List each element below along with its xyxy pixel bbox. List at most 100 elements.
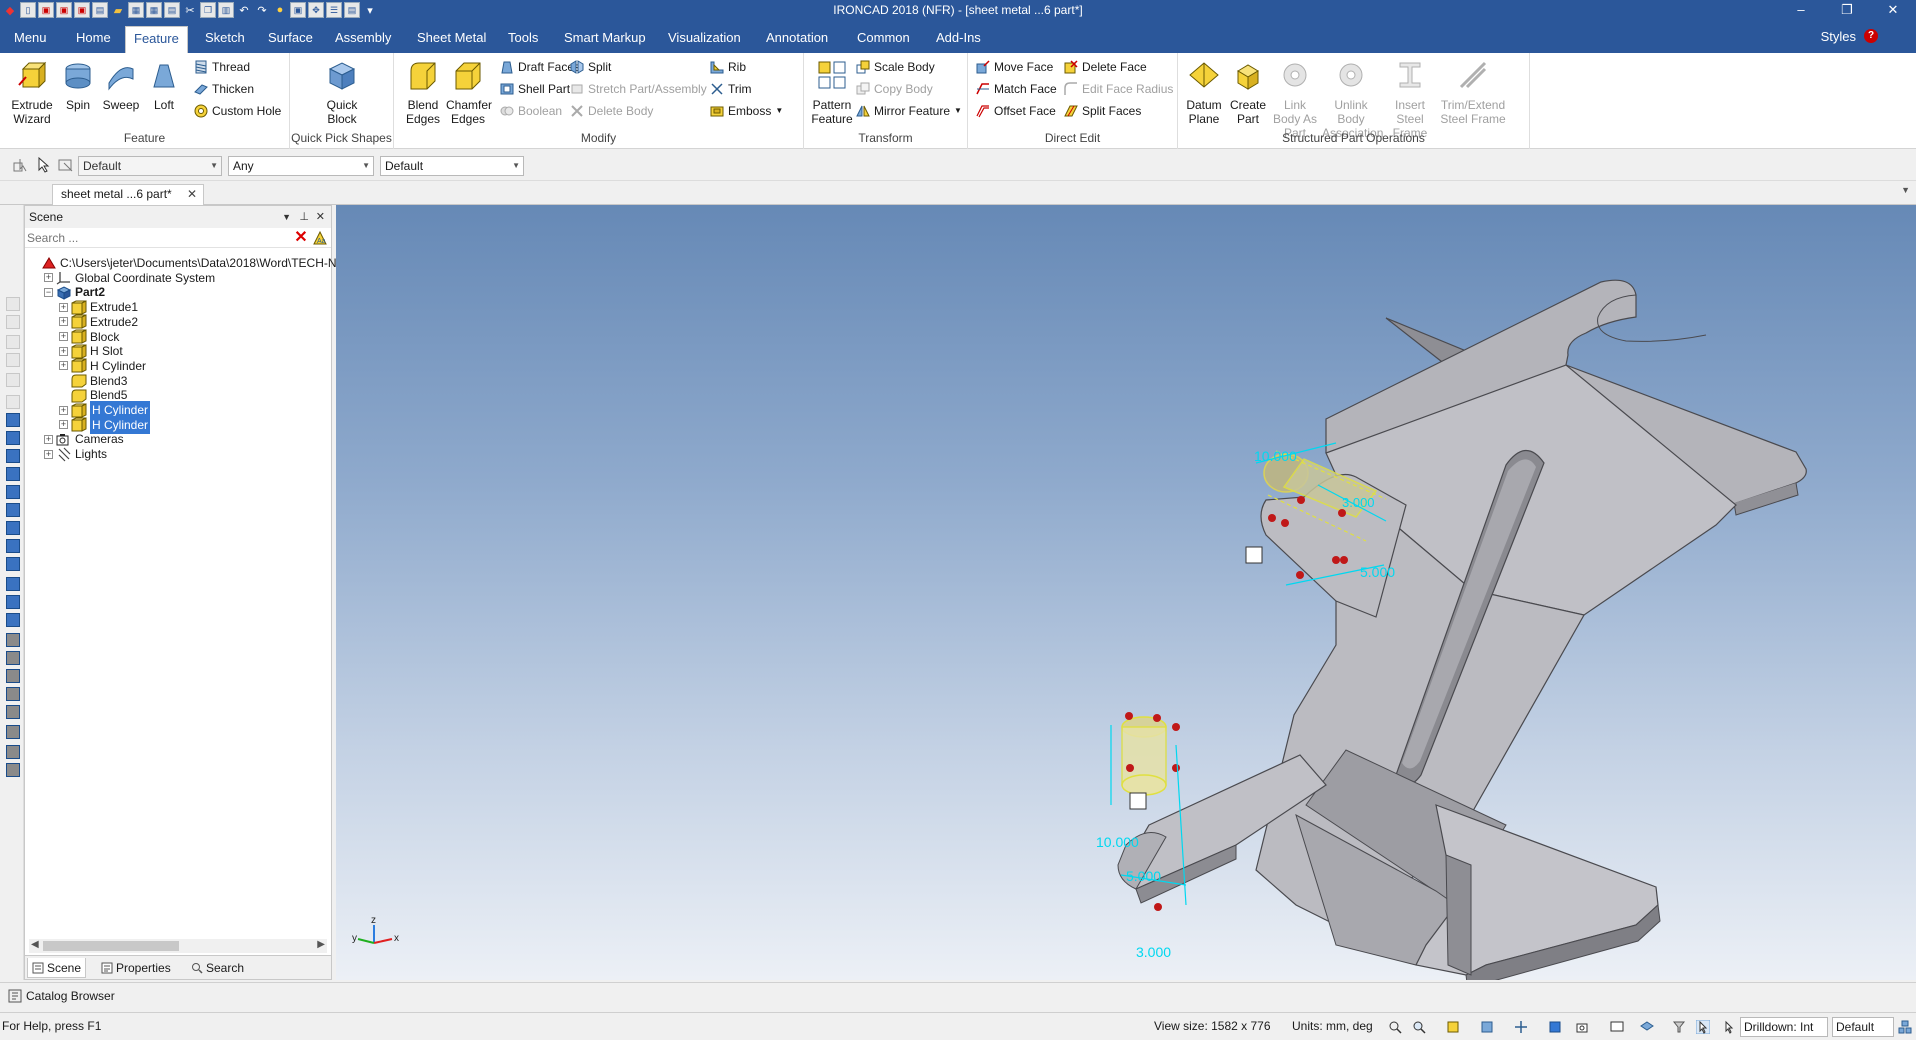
anchor-handle[interactable] — [1245, 546, 1263, 564]
anchor-handle[interactable] — [1129, 792, 1147, 810]
tool-strip-icon[interactable] — [6, 595, 20, 609]
zoom-icon[interactable] — [1388, 1020, 1402, 1034]
tool-strip-icon[interactable] — [6, 577, 20, 591]
clear-search-icon[interactable]: ✕ — [293, 230, 309, 246]
tool-strip-icon[interactable] — [6, 669, 20, 683]
tab-annotation[interactable]: Annotation — [758, 26, 836, 53]
select-tool-icon[interactable] — [12, 157, 30, 173]
shell-part-button[interactable]: Shell Part — [500, 79, 570, 99]
expand-icon[interactable]: + — [59, 405, 68, 415]
expand-icon[interactable]: + — [59, 361, 68, 371]
tab-scene[interactable]: Scene — [27, 958, 87, 978]
shaded-icon[interactable] — [1548, 1020, 1562, 1034]
tool-strip-icon[interactable] — [6, 557, 20, 571]
move-face-button[interactable]: Move Face — [976, 57, 1053, 77]
tool-strip-icon[interactable] — [6, 521, 20, 535]
restore-button[interactable]: ❐ — [1824, 0, 1870, 20]
tab-properties[interactable]: Properties — [97, 958, 175, 978]
insert-steel-frame-button[interactable]: Insert Steel Frame — [1382, 59, 1438, 140]
scroll-left-icon[interactable]: ◀ — [31, 939, 39, 950]
offset-face-button[interactable]: Offset Face — [976, 101, 1056, 121]
tab-smart-markup[interactable]: Smart Markup — [556, 26, 654, 53]
pointer-icon[interactable] — [1722, 1020, 1736, 1034]
expand-icon[interactable]: + — [59, 317, 68, 327]
match-face-button[interactable]: Match Face — [976, 79, 1057, 99]
tab-assembly[interactable]: Assembly — [327, 26, 399, 53]
tree-node[interactable]: + Lights — [44, 445, 107, 463]
tab-search[interactable]: Search — [187, 958, 248, 978]
tab-sheet-metal[interactable]: Sheet Metal — [409, 26, 494, 53]
scene-search-input[interactable] — [27, 229, 289, 246]
split-faces-button[interactable]: Split Faces — [1064, 101, 1141, 121]
collapse-icon[interactable]: − — [44, 287, 53, 297]
scroll-right-icon[interactable]: ▶ — [317, 939, 325, 950]
expand-icon[interactable]: + — [59, 332, 68, 341]
expand-icon[interactable]: + — [44, 273, 53, 283]
search-options-icon[interactable]: Aa — [312, 230, 328, 246]
display-icon[interactable] — [1610, 1020, 1624, 1034]
quick-block-button[interactable]: Quick Block — [316, 59, 368, 126]
dim-top-small[interactable]: 3.000 — [1342, 495, 1375, 510]
copy-body-button[interactable]: Copy Body — [856, 79, 933, 99]
camera-icon[interactable] — [1576, 1020, 1590, 1034]
tool-strip-icon[interactable] — [6, 633, 20, 647]
tool-strip-icon[interactable] — [6, 687, 20, 701]
tab-common[interactable]: Common — [849, 26, 918, 53]
tool-strip-icon[interactable] — [6, 705, 20, 719]
dim-bottom-small[interactable]: 5.000 — [1126, 868, 1161, 884]
spin-button[interactable]: Spin — [60, 59, 96, 112]
tool-strip-icon[interactable] — [6, 467, 20, 481]
split-button[interactable]: Split — [570, 57, 611, 77]
dim-top-height[interactable]: 5.000 — [1360, 564, 1395, 580]
expand-icon[interactable]: + — [59, 346, 68, 356]
help-icon[interactable]: ? — [1864, 29, 1878, 43]
trim-extend-steel-frame-button[interactable]: Trim/Extend Steel Frame — [1440, 59, 1506, 126]
chevron-down-icon[interactable]: ▼ — [1901, 185, 1910, 195]
thicken-button[interactable]: Thicken — [194, 79, 254, 99]
zoom-extents-icon[interactable] — [1412, 1020, 1426, 1034]
document-tab[interactable]: sheet metal ...6 part* ✕ — [52, 184, 204, 205]
model-canvas[interactable]: 10.000 3.000 5.000 10.000 5.000 3.000 z … — [336, 205, 1916, 980]
catalog-browser-bar[interactable]: Catalog Browser — [0, 982, 1916, 1008]
chevron-down-icon[interactable]: ▼ — [282, 206, 291, 228]
mirror-feature-button[interactable]: Mirror Feature ▼ — [856, 101, 962, 121]
tab-home[interactable]: Home — [68, 26, 119, 53]
render-mode-icon[interactable] — [1446, 1020, 1460, 1034]
expand-icon[interactable]: + — [59, 302, 68, 312]
tool-strip-icon[interactable] — [6, 539, 20, 553]
close-icon[interactable]: ✕ — [316, 206, 325, 228]
sheet-metal-part[interactable] — [1117, 279, 1807, 980]
tool-strip-icon[interactable] — [6, 315, 20, 329]
tab-surface[interactable]: Surface — [260, 26, 321, 53]
dim-top-width[interactable]: 10.000 — [1254, 448, 1297, 464]
layer-icon[interactable] — [1640, 1020, 1654, 1034]
selection-filter-combo[interactable]: Default ▼ — [78, 156, 222, 176]
tool-strip-icon[interactable] — [6, 503, 20, 517]
custom-hole-button[interactable]: Custom Hole — [194, 101, 281, 121]
draft-faces-button[interactable]: Draft Faces — [500, 57, 580, 77]
tab-feature[interactable]: Feature — [125, 26, 188, 53]
pin-icon[interactable]: ⊥ — [299, 206, 309, 228]
create-part-button[interactable]: Create Part — [1228, 59, 1268, 126]
tool-strip-icon[interactable] — [6, 651, 20, 665]
rib-button[interactable]: Rib — [710, 57, 746, 77]
3d-viewport[interactable]: 10.000 3.000 5.000 10.000 5.000 3.000 z … — [336, 205, 1916, 980]
stretch-button[interactable]: Stretch Part/Assembly — [570, 79, 707, 99]
tool-strip-icon[interactable] — [6, 373, 20, 387]
link-body-button[interactable]: Link Body As Part — [1270, 59, 1320, 140]
dim-bottom-height[interactable]: 3.000 — [1136, 944, 1171, 960]
datum-plane-button[interactable]: Datum Plane — [1182, 59, 1226, 126]
orientation-icon[interactable] — [1514, 1020, 1528, 1034]
extrude-wizard-button[interactable]: Extrude Wizard — [6, 59, 58, 126]
emboss-button[interactable]: Emboss ▼ — [710, 101, 783, 121]
tool-strip-icon[interactable] — [6, 395, 20, 409]
minimize-button[interactable]: – — [1778, 0, 1824, 20]
close-button[interactable]: ✕ — [1870, 0, 1916, 20]
chamfer-edges-button[interactable]: Chamfer Edges — [446, 59, 492, 126]
tool-strip-icon[interactable] — [6, 745, 20, 759]
tool-strip-icon[interactable] — [6, 431, 20, 445]
tool-strip-icon[interactable] — [6, 353, 20, 367]
loft-button[interactable]: Loft — [146, 59, 182, 112]
cylinder-feature-bottom[interactable] — [1121, 716, 1167, 796]
tree-horizontal-scrollbar[interactable]: ◀ ▶ — [29, 939, 327, 953]
